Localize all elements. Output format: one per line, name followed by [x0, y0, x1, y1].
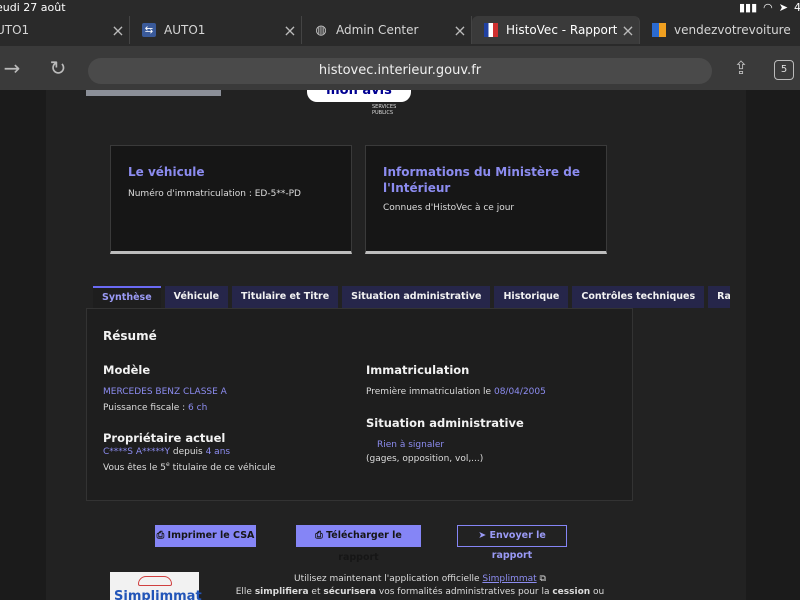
- browser-tab-label: UTO1: [0, 23, 30, 37]
- close-icon[interactable]: ×: [279, 21, 301, 40]
- browser-tab-admin-center[interactable]: ◍ Admin Center ×: [302, 16, 472, 44]
- external-link-icon: ⧉: [536, 574, 546, 584]
- tab-count-button[interactable]: 5: [774, 60, 794, 80]
- promo-intro: Utilisez maintenant l'application offici…: [294, 574, 483, 584]
- auto1-icon: ⇆: [142, 23, 156, 37]
- mon-avis-button[interactable]: mon avis: [307, 90, 411, 102]
- share-icon[interactable]: ⇪: [729, 56, 753, 80]
- services-publics-logo: SERVICES PUBLICS: [372, 104, 397, 116]
- reload-icon[interactable]: ↻: [46, 56, 70, 80]
- close-icon[interactable]: ×: [107, 21, 129, 40]
- browser-toolbar: → ↻ histovec.interieur.gouv.fr ⇪ 5: [0, 46, 800, 90]
- first-registration-date: 08/04/2005: [493, 387, 546, 397]
- signal-icon: ▮▮▮: [739, 1, 758, 14]
- tab-rapport[interactable]: Rap: [708, 286, 731, 308]
- admin-status: Rien à signaler: [377, 440, 445, 450]
- tab-synthese[interactable]: Synthèse: [93, 286, 161, 308]
- print-csa-label: Imprimer le CSA: [167, 530, 255, 541]
- owner-name: C****S A*****Y: [103, 447, 171, 457]
- immat-heading: Immatriculation: [366, 363, 470, 377]
- promo-line-2: Elle simplifiera et sécurisera vos forma…: [230, 586, 610, 599]
- promo-text-a: Elle: [235, 587, 255, 597]
- simplimmat-link[interactable]: Simplimmat: [482, 574, 536, 584]
- owner-since-label: depuis: [170, 447, 206, 457]
- promo-text-b: simplifiera: [254, 587, 309, 597]
- simplimmat-logo[interactable]: Simplimmat: [110, 572, 202, 600]
- location-icon: ➤: [778, 1, 788, 14]
- owner-rank-pre: Vous êtes le 5: [103, 463, 166, 473]
- ministry-card: Informations du Ministère de l'Intérieur…: [365, 145, 607, 254]
- admin-detail: (gages, opposition, vol,...): [366, 454, 484, 464]
- owner-rank: Vous êtes le 5e titulaire de ce véhicule: [103, 461, 275, 473]
- tab-vehicule[interactable]: Véhicule: [164, 286, 229, 308]
- close-icon[interactable]: ×: [617, 21, 639, 40]
- tab-controles-techniques[interactable]: Contrôles techniques: [572, 286, 705, 308]
- flag-icon: [484, 23, 498, 37]
- browser-tab-label: Admin Center: [336, 23, 419, 37]
- address-bar[interactable]: histovec.interieur.gouv.fr: [88, 58, 712, 84]
- wifi-icon: ◠: [763, 1, 773, 14]
- status-icons: ▮▮▮ ◠ ➤ 49: [739, 1, 800, 14]
- fiscal-power-label: Puissance fiscale :: [103, 403, 189, 413]
- browser-tab-label: vendezvotrevoiture: [674, 23, 791, 37]
- promo-text-f: cession: [552, 587, 591, 597]
- battery-level: 49: [794, 1, 800, 14]
- square-icon: [652, 23, 666, 37]
- model-heading: Modèle: [103, 363, 151, 377]
- status-time: eudi 27 août: [0, 1, 66, 14]
- forward-icon[interactable]: →: [0, 56, 24, 80]
- browser-tab-bar: UTO1 × ⇆ AUTO1 × ◍ Admin Center × HistoV…: [0, 14, 800, 46]
- web-page: mon avis SERVICES PUBLICS Le véhicule Nu…: [0, 90, 800, 600]
- browser-tab-label: AUTO1: [164, 23, 206, 37]
- browser-tab-uto1[interactable]: UTO1 ×: [0, 16, 130, 44]
- vehicle-card-plate: Numéro d'immatriculation : ED-5**-PD: [128, 189, 301, 199]
- report-tabs: Synthèse Véhicule Titulaire et Titre Sit…: [93, 286, 731, 308]
- download-report-button[interactable]: ⎙ Télécharger le rapport: [296, 525, 421, 563]
- first-registration: Première immatriculation le 08/04/2005: [366, 387, 546, 397]
- tab-historique[interactable]: Historique: [494, 286, 569, 308]
- send-icon: ➤: [478, 530, 490, 541]
- browser-tab-label: HistoVec - Rapport v: [506, 23, 617, 37]
- simplimmat-promo: Utilisez maintenant l'application offici…: [230, 573, 610, 599]
- printer-icon: ⎙: [315, 530, 327, 541]
- browser-tab-histovec[interactable]: HistoVec - Rapport v ×: [472, 16, 640, 44]
- admin-heading: Situation administrative: [366, 416, 524, 430]
- owner-heading: Propriétaire actuel: [103, 431, 226, 445]
- promo-line-1: Utilisez maintenant l'application offici…: [230, 573, 610, 586]
- send-report-button[interactable]: ➤ Envoyer le rapport: [457, 525, 567, 561]
- printer-icon: ⎙: [156, 530, 168, 541]
- print-csa-button[interactable]: ⎙ Imprimer le CSA: [155, 525, 256, 547]
- summary-panel: Résumé Modèle MERCEDES BENZ CLASSE A Pui…: [86, 308, 633, 501]
- browser-tab-auto1[interactable]: ⇆ AUTO1 ×: [130, 16, 302, 44]
- fiscal-power-value: 6 ch: [188, 403, 208, 413]
- vehicle-card-title: Le véhicule: [128, 165, 205, 179]
- globe-icon: ◍: [315, 22, 327, 38]
- promo-text-g: ou: [590, 587, 605, 597]
- owner-rank-post: titulaire de ce véhicule: [169, 463, 276, 473]
- ministry-card-title: Informations du Ministère de l'Intérieur: [383, 165, 580, 195]
- promo-text-c: et: [308, 587, 324, 597]
- simplimmat-logo-text: Simplimmat: [114, 589, 202, 600]
- promo-text-e: vos formalités administratives pour la: [376, 587, 553, 597]
- owner-duration: 4 ans: [205, 447, 231, 457]
- tab-titulaire-titre[interactable]: Titulaire et Titre: [232, 286, 339, 308]
- browser-tab-vendezvotrevoiture[interactable]: vendezvotrevoiture: [640, 16, 800, 44]
- fiscal-power: Puissance fiscale : 6 ch: [103, 403, 207, 413]
- header-logo-strip: [86, 90, 221, 96]
- model-value: MERCEDES BENZ CLASSE A: [103, 387, 227, 397]
- summary-title: Résumé: [103, 329, 157, 343]
- promo-text-d: sécurisera: [323, 587, 377, 597]
- close-icon[interactable]: ×: [449, 21, 471, 40]
- vehicle-card: Le véhicule Numéro d'immatriculation : E…: [110, 145, 352, 254]
- first-registration-label: Première immatriculation le: [366, 387, 494, 397]
- car-icon: [138, 576, 172, 586]
- tab-situation-administrative[interactable]: Situation administrative: [342, 286, 491, 308]
- ministry-card-subtitle: Connues d'HistoVec à ce jour: [383, 203, 515, 213]
- owner-line: C****S A*****Y depuis 4 ans: [103, 447, 230, 457]
